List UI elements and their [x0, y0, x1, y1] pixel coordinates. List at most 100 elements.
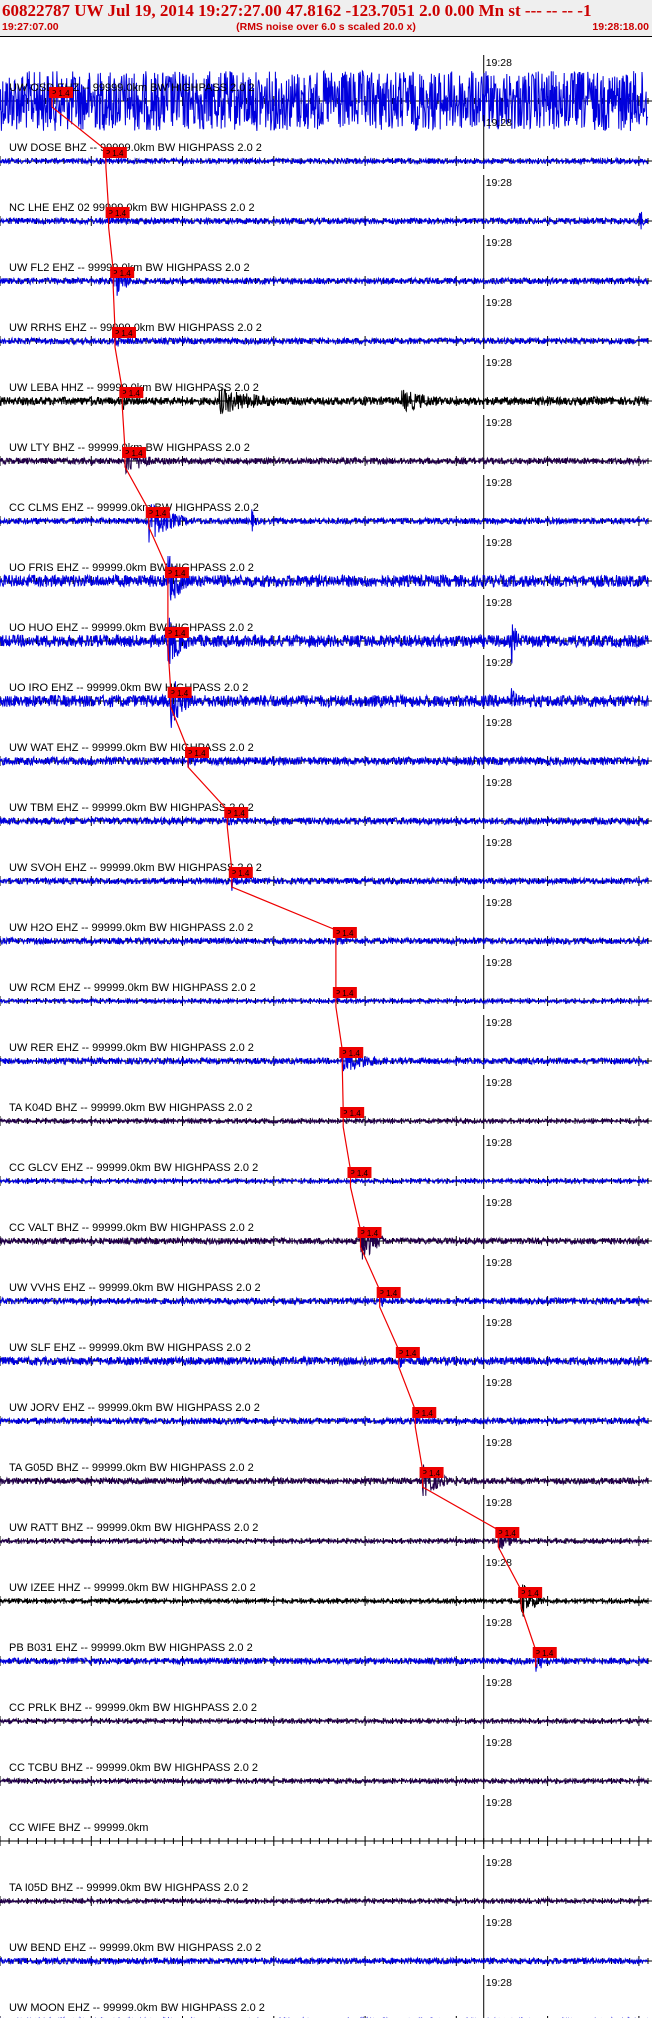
pick-flag-label: P 1.4	[335, 989, 354, 998]
minute-marker-label: 19:28	[486, 1557, 512, 1569]
minute-marker-label: 19:28	[486, 1917, 512, 1929]
pick-flag-label: P 1.4	[341, 1049, 360, 1058]
station-label: UW VVHS EHZ -- 99999.0km BW HIGHPASS 2.0…	[9, 1282, 261, 1294]
station-label: NC LHE EHZ 02 99999.0km BW HIGHPASS 2.0 …	[9, 202, 255, 214]
waveform-trace	[0, 811, 649, 827]
minute-marker-label: 19:28	[486, 957, 512, 969]
pick-flag-label: P 1.4	[231, 869, 250, 878]
station-label: CC WIFE BHZ -- 99999.0km	[9, 1822, 148, 1834]
minute-marker-label: 19:28	[486, 777, 512, 789]
waveform-trace	[0, 1717, 649, 1725]
waveform-trace	[0, 1533, 649, 1550]
waveform-trace	[0, 874, 649, 891]
station-label: UW DOSE BHZ -- 99999.0km BW HIGHPASS 2.0…	[9, 142, 262, 154]
station-label: UW RCM EHZ -- 99999.0km BW HIGHPASS 2.0 …	[9, 982, 256, 994]
pick-flag-label: P 1.4	[170, 689, 189, 698]
pick-flag-label: P 1.4	[398, 1349, 417, 1358]
minute-marker-label: 19:28	[486, 1257, 512, 1269]
minute-marker-label: 19:28	[486, 1317, 512, 1329]
record-header: 60822787 UW Jul 19, 2014 19:27:27.00 47.…	[0, 0, 652, 37]
event-title: 60822787 UW Jul 19, 2014 19:27:27.00 47.…	[2, 1, 592, 20]
minute-marker-label: 19:28	[486, 597, 512, 609]
pick-flag-label: P 1.4	[187, 749, 206, 758]
waveform-trace	[0, 753, 649, 768]
pick-flag-label: P 1.4	[360, 1229, 379, 1238]
scaling-note: (RMS noise over 6.0 s scaled 20.0 x)	[236, 21, 416, 33]
pick-flag-label: P 1.4	[422, 1469, 441, 1478]
minute-marker-label: 19:28	[486, 1857, 512, 1869]
waveform-trace	[0, 1415, 649, 1426]
minute-marker-label: 19:28	[486, 1377, 512, 1389]
minute-marker-label: 19:28	[486, 1437, 512, 1449]
pick-flag-label: P 1.4	[167, 629, 186, 638]
station-label: UO FRIS EHZ -- 99999.0km BW HIGHPASS 2.0…	[9, 562, 254, 574]
station-label: PB B031 EHZ -- 99999.0km BW HIGHPASS 2.0…	[9, 1642, 253, 1654]
minute-marker-label: 19:28	[486, 1197, 512, 1209]
station-label: CC VALT BHZ -- 99999.0km BW HIGHPASS 2.0…	[9, 1222, 254, 1234]
station-label: CC TCBU BHZ -- 99999.0km BW HIGHPASS 2.0…	[9, 1762, 258, 1774]
waveform-trace	[0, 1897, 649, 1905]
minute-marker-label: 19:28	[486, 1677, 512, 1689]
pick-flag-label: P 1.4	[108, 209, 127, 218]
end-time-label: 19:28:18.00	[592, 21, 649, 33]
pick-flag-label: P 1.4	[112, 269, 131, 278]
station-label: UW JORV EHZ -- 99999.0km BW HIGHPASS 2.0…	[9, 1402, 260, 1414]
station-label: UW TBM EHZ -- 99999.0km BW HIGHPASS 2.0 …	[9, 802, 254, 814]
minute-marker-label: 19:28	[486, 1077, 512, 1089]
pick-flag-label: P 1.4	[535, 1649, 554, 1658]
station-label: UW MOON EHZ -- 99999.0km BW HIGHPASS 2.0…	[9, 2002, 265, 2014]
minute-marker-label: 19:28	[486, 897, 512, 909]
waveform-trace	[0, 997, 649, 1005]
pick-flag-label: P 1.4	[520, 1589, 539, 1598]
minute-marker-label: 19:28	[486, 177, 512, 189]
minute-marker-label: 19:28	[486, 1137, 512, 1149]
minute-marker-label: 19:28	[486, 717, 512, 729]
minute-marker-label: 19:28	[486, 1977, 512, 1989]
station-label: TA K04D BHZ -- 99999.0km BW HIGHPASS 2.0…	[9, 1102, 253, 1114]
station-label: UW H2O EHZ -- 99999.0km BW HIGHPASS 2.0 …	[9, 922, 253, 934]
station-label: UW BEND EHZ -- 99999.0km BW HIGHPASS 2.0…	[9, 1942, 261, 1954]
station-label: UW WAT EHZ -- 99999.0km BW HIGHPASS 2.0 …	[9, 742, 254, 754]
pick-flag-label: P 1.4	[226, 809, 245, 818]
waveform-trace	[0, 934, 649, 946]
pick-flag-label: P 1.4	[342, 1109, 361, 1118]
pick-flag-label: P 1.4	[51, 89, 70, 98]
pick-flag-label: P 1.4	[105, 149, 124, 158]
seismogram-plot: 19:28 UW OSD EHZ -- 99999.0km BW HIGHPASS…	[0, 55, 652, 2018]
waveform-trace	[0, 1117, 649, 1125]
minute-marker-label: 19:28	[486, 1797, 512, 1809]
pick-flag-label: P 1.4	[335, 929, 354, 938]
pick-flag-label: P 1.4	[379, 1289, 398, 1298]
waveform-trace	[0, 156, 649, 166]
pick-flag-label: P 1.4	[497, 1529, 516, 1538]
minute-marker-label: 19:28	[486, 357, 512, 369]
minute-marker-label: 19:28	[486, 477, 512, 489]
station-label: UO HUO EHZ -- 99999.0km BW HIGHPASS 2.0 …	[9, 622, 253, 634]
station-label: UW RER EHZ -- 99999.0km BW HIGHPASS 2.0 …	[9, 1042, 254, 1054]
minute-marker-label: 19:28	[486, 117, 512, 129]
station-label: UW OSD EHZ -- 99999.0km BW HIGHPASS 2.0 …	[9, 82, 255, 94]
minute-marker-label: 19:28	[486, 657, 512, 669]
pick-flag-label: P 1.4	[121, 389, 140, 398]
pick-flag-label: P 1.4	[414, 1409, 433, 1418]
station-label: UO IRO EHZ -- 99999.0km BW HIGHPASS 2.0 …	[9, 682, 248, 694]
station-label: UW SVOH EHZ -- 99999.0km BW HIGHPASS 2.0…	[9, 862, 262, 874]
minute-marker-label: 19:28	[486, 837, 512, 849]
minute-marker-label: 19:28	[486, 1617, 512, 1629]
station-label: CC CLMS EHZ -- 99999.0km BW HIGHPASS 2.0…	[9, 502, 259, 514]
station-label: CC GLCV EHZ -- 99999.0km BW HIGHPASS 2.0…	[9, 1162, 258, 1174]
minute-marker-label: 19:28	[486, 297, 512, 309]
minute-marker-label: 19:28	[486, 1497, 512, 1509]
station-label: UW RATT BHZ -- 99999.0km BW HIGHPASS 2.0…	[9, 1522, 258, 1534]
waveform-trace	[0, 1177, 649, 1185]
minute-marker-label: 19:28	[486, 57, 512, 69]
waveform-trace	[0, 211, 649, 230]
pick-flag-label: P 1.4	[124, 449, 143, 458]
waveform-trace	[0, 1292, 649, 1308]
station-label: CC PRLK BHZ -- 99999.0km BW HIGHPASS 2.0…	[9, 1702, 257, 1714]
minute-marker-label: 19:28	[486, 1737, 512, 1749]
pick-flag-label: P 1.4	[148, 509, 167, 518]
station-label: UW SLF EHZ -- 99999.0km BW HIGHPASS 2.0 …	[9, 1342, 251, 1354]
minute-marker-label: 19:28	[486, 417, 512, 429]
pick-flag-label: P 1.4	[167, 569, 186, 578]
